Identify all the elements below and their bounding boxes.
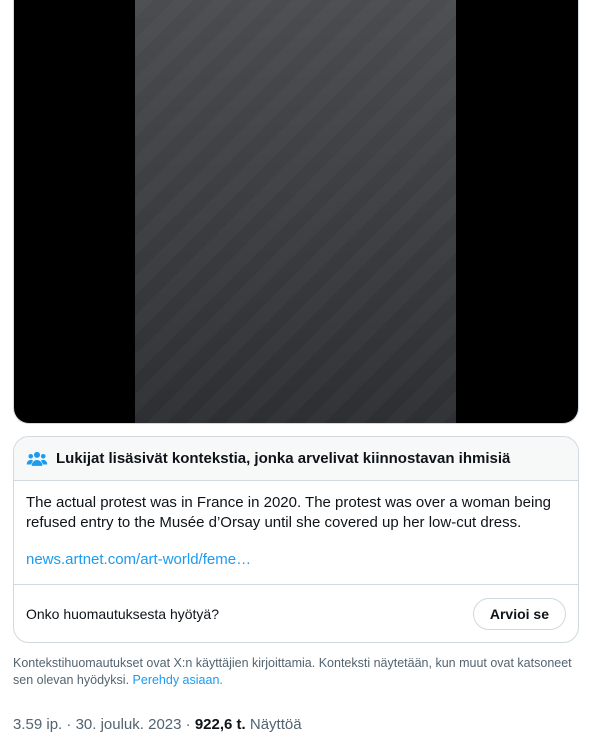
community-notes-disclaimer: Kontekstihuomautukset ovat X:n käyttäjie… xyxy=(13,655,583,689)
tweet-video[interactable] xyxy=(13,0,579,424)
video-frame[interactable] xyxy=(135,0,456,423)
meta-separator: · xyxy=(66,716,72,733)
rate-it-button[interactable]: Arvioi se xyxy=(472,597,566,630)
community-note: Lukijat lisäsivät kontekstia, jonka arve… xyxy=(13,436,579,643)
community-note-title: Lukijat lisäsivät kontekstia, jonka arve… xyxy=(56,450,511,467)
community-note-source-link[interactable]: news.artnet.com/art-world/feme… xyxy=(26,550,566,570)
tweet-date[interactable]: 30. jouluk. 2023 xyxy=(76,716,182,733)
views-label[interactable]: Näyttöä xyxy=(250,716,302,733)
community-note-header: Lukijat lisäsivät kontekstia, jonka arve… xyxy=(14,437,578,481)
tweet-detail: Lukijat lisäsivät kontekstia, jonka arve… xyxy=(0,0,605,749)
community-note-text: The actual protest was in France in 2020… xyxy=(26,494,552,531)
views-count[interactable]: 922,6 t. xyxy=(195,716,246,733)
helpful-question: Onko huomautuksesta hyötyä? xyxy=(26,605,220,622)
meta-separator: · xyxy=(185,716,191,733)
learn-more-link[interactable]: Perehdy asiaan. xyxy=(133,673,223,687)
people-icon xyxy=(26,448,48,470)
tweet-time[interactable]: 3.59 ip. xyxy=(13,716,62,733)
disclaimer-text: Kontekstihuomautukset ovat X:n käyttäjie… xyxy=(13,656,572,687)
community-note-body: The actual protest was in France in 2020… xyxy=(14,481,578,585)
tweet-meta: 3.59 ip. · 30. jouluk. 2023 · 922,6 t. N… xyxy=(13,715,302,735)
community-note-footer: Onko huomautuksesta hyötyä? Arvioi se xyxy=(14,585,578,642)
